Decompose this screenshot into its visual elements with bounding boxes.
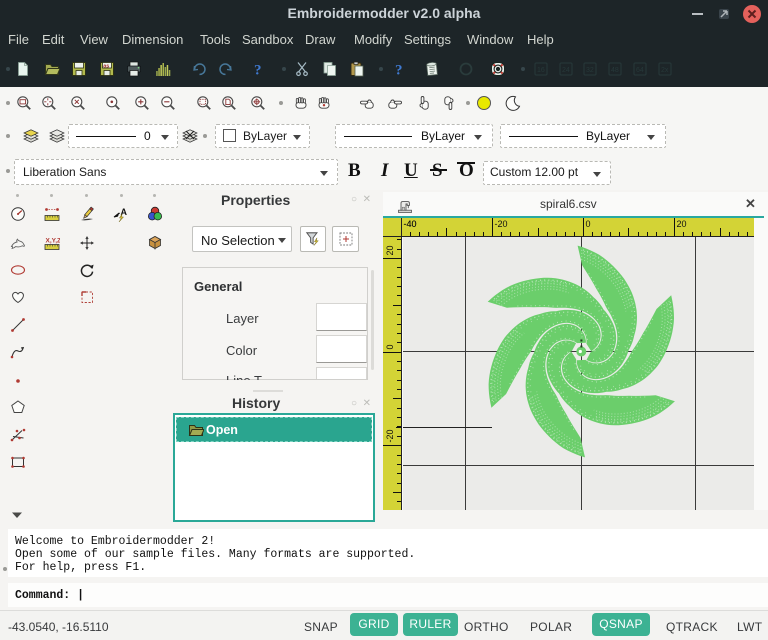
svg-text:X,Y,Z: X,Y,Z [45, 237, 60, 244]
svg-text:ByLayer: ByLayer [586, 129, 630, 143]
svg-text:48: 48 [611, 67, 619, 74]
svg-text:?: ? [254, 63, 262, 78]
svg-text:0: 0 [385, 344, 395, 349]
svg-text:as: as [103, 63, 109, 69]
svg-text:24: 24 [562, 67, 570, 74]
svg-text:32: 32 [586, 67, 594, 74]
svg-text:?: ? [395, 63, 403, 78]
svg-text:-40: -40 [404, 219, 417, 229]
svg-text:64: 64 [636, 67, 644, 74]
svg-text:0: 0 [144, 129, 151, 143]
svg-text:2x: 2x [661, 67, 669, 74]
svg-text:16: 16 [537, 67, 545, 74]
svg-text:-20: -20 [495, 219, 508, 229]
svg-text:20: 20 [385, 245, 395, 255]
svg-text:0: 0 [586, 219, 591, 229]
svg-text:20: 20 [677, 219, 687, 229]
svg-text:ByLayer: ByLayer [421, 129, 465, 143]
svg-text:-20: -20 [385, 429, 395, 442]
